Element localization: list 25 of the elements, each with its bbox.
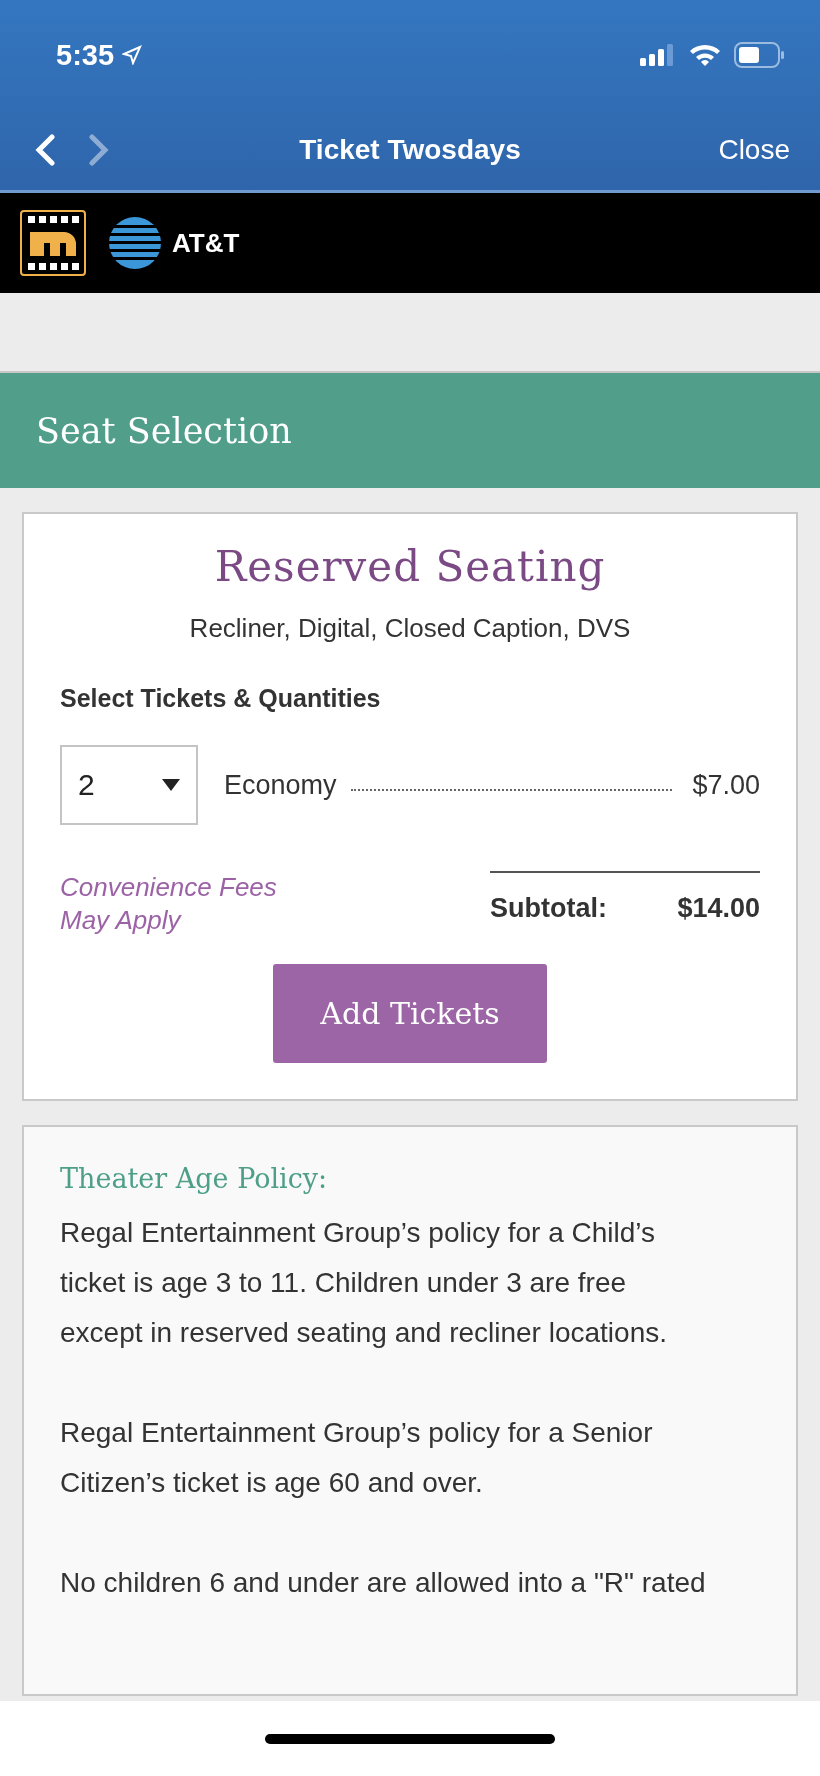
policy-title: Theater Age Policy: <box>60 1163 329 1194</box>
seating-title: Reserved Seating <box>213 542 607 591</box>
film-logo-icon <box>20 210 86 276</box>
subtotal-label: Subtotal: <box>490 893 607 925</box>
page-title: Ticket Twosdays <box>298 134 522 166</box>
wifi-icon <box>688 43 722 67</box>
tickets-prompt: Select Tickets & Quantities <box>60 684 382 713</box>
dropdown-caret-icon <box>162 779 180 791</box>
subtotal-amount: $14.00 <box>677 893 760 925</box>
ticket-price: $7.00 <box>692 769 760 801</box>
close-button[interactable]: Close <box>670 134 790 166</box>
features-text: Recliner, Digital, Closed Caption, DVS <box>188 613 632 644</box>
ticket-type: Economy <box>224 769 337 801</box>
section-title: Seat Selection <box>36 410 292 451</box>
battery-icon <box>734 42 784 68</box>
status-time: 5:35 <box>56 38 115 72</box>
location-arrow-icon <box>122 45 143 65</box>
signal-icon <box>640 44 676 66</box>
fees-note: Convenience Fees May Apply <box>60 871 277 936</box>
policy-paragraph: Regal Entertainment Group’s policy for a Senior Citizen’s ticket is age 60 and over. <box>60 1416 654 1500</box>
globe-logo-icon <box>108 216 162 270</box>
policy-paragraph: Regal Entertainment Group’s policy for a Child’s ticket is age 3 to 11. Children under 3 are free except in reserved seating and recliner locations. <box>60 1216 668 1350</box>
partner-name: AT&T <box>172 227 240 259</box>
add-tickets-button[interactable]: Add Tickets <box>273 964 547 1063</box>
quantity-select[interactable]: 2 <box>60 745 198 825</box>
